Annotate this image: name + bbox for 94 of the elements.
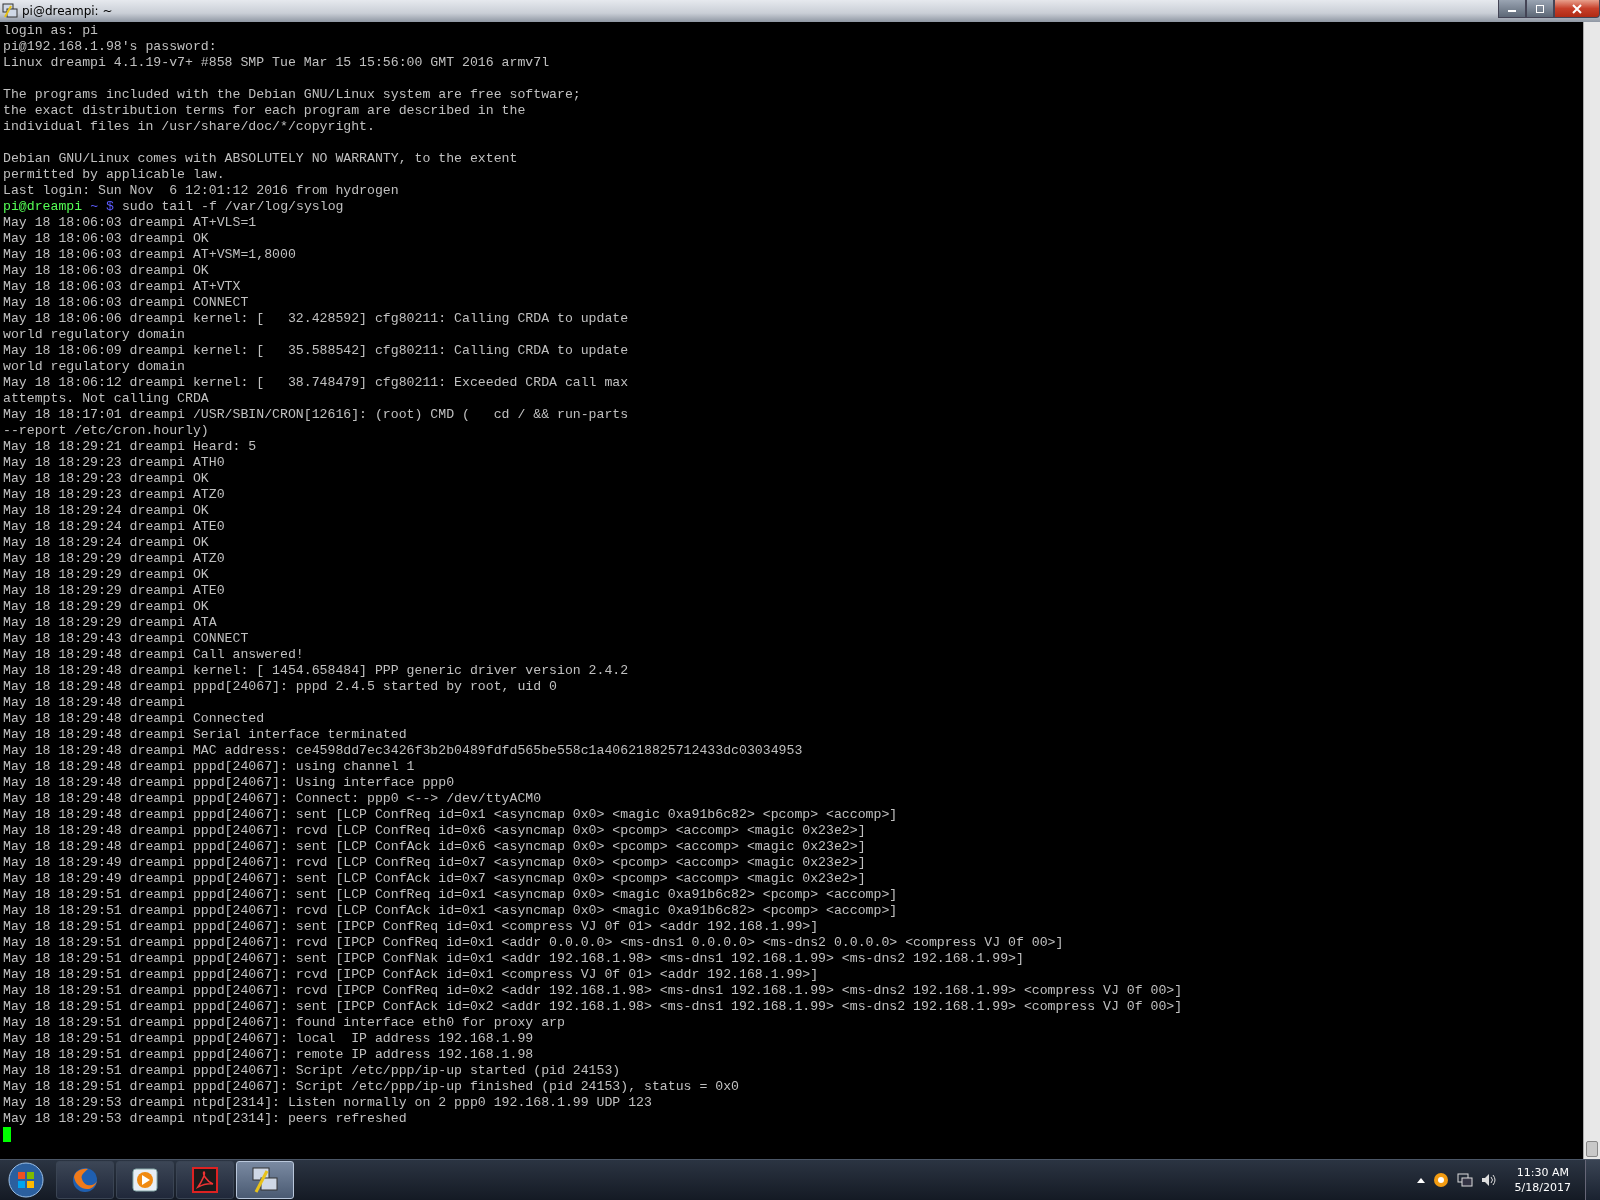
taskbar-button[interactable] [116, 1161, 174, 1199]
terminal-line: Last login: Sun Nov 6 12:01:12 2016 from hydrogen [3, 183, 400, 199]
terminal-line: May 18 18:29:24 dreampi OK [3, 503, 210, 519]
document-icon [190, 1165, 220, 1195]
terminal-line: May 18 18:29:23 dreampi ATZ0 [3, 487, 226, 503]
terminal-line: May 18 18:29:24 dreampi OK [3, 535, 210, 551]
speaker-icon[interactable] [1480, 1172, 1497, 1188]
close-icon [1572, 3, 1582, 14]
terminal-line: May 18 18:06:03 dreampi AT+VSM=1,8000 [3, 247, 297, 263]
terminal-line: May 18 18:29:51 dreampi pppd[24067]: found interface eth0 for proxy arp [3, 1015, 566, 1031]
terminal-app-icon [2, 3, 18, 19]
terminal-line: May 18 18:29:51 dreampi pppd[24067]: sent [LCP ConfReq id=0x1 <asyncmap 0x0> <magic 0xa91b6c82> <pcomp> <accomp>] [3, 887, 899, 903]
show-desktop-button[interactable] [1585, 1160, 1600, 1200]
terminal-line: May 18 18:29:51 dreampi pppd[24067]: remote IP address 192.168.1.98 [3, 1047, 535, 1063]
prompt-path: ~ $ [90, 199, 114, 214]
terminal-line: May 18 18:29:49 dreampi pppd[24067]: sent [LCP ConfAck id=0x7 <asyncmap 0x0> <pcomp> <accomp> <magic 0x23e2>] [3, 871, 867, 887]
terminal-line: May 18 18:29:53 dreampi ntpd[2314]: peers refreshed [3, 1111, 408, 1127]
terminal-line: May 18 18:29:51 dreampi pppd[24067]: Script /etc/ppp/ip-up started (pid 24153) [3, 1063, 622, 1079]
terminal-line: May 18 18:29:21 dreampi Heard: 5 [3, 439, 258, 455]
terminal-line: May 18 18:06:03 dreampi AT+VLS=1 [3, 215, 258, 231]
terminal-line: May 18 18:29:48 dreampi pppd[24067]: sent [LCP ConfReq id=0x1 <asyncmap 0x0> <magic 0xa91b6c82> <pcomp> <accomp>] [3, 807, 899, 823]
maximize-icon [1535, 4, 1545, 13]
terminal-line: May 18 18:29:48 dreampi pppd[24067]: pppd 2.4.5 started by root, uid 0 [3, 679, 558, 695]
terminal-line: world regulatory domain [3, 359, 187, 375]
start-button[interactable] [6, 1160, 46, 1200]
terminal-line: May 18 18:06:09 dreampi kernel: [ 35.588542] cfg80211: Calling CRDA to update [3, 343, 630, 359]
terminal-line: attempts. Not calling CRDA [3, 391, 210, 407]
terminal-line: May 18 18:29:29 dreampi OK [3, 567, 210, 583]
terminal-line: May 18 18:29:48 dreampi Serial interface terminated [3, 727, 408, 743]
clock-date: 5/18/2017 [1514, 1180, 1571, 1195]
terminal-line: May 18 18:29:48 dreampi [3, 695, 187, 711]
terminal-line: May 18 18:06:03 dreampi OK [3, 231, 210, 247]
terminal-line: May 18 18:29:48 dreampi pppd[24067]: Using interface ppp0 [3, 775, 456, 791]
terminal-app-icon [250, 1165, 280, 1195]
terminal-line: May 18 18:29:51 dreampi pppd[24067]: Script /etc/ppp/ip-up finished (pid 24153), status = 0x0 [3, 1079, 740, 1095]
terminal-line: May 18 18:29:51 dreampi pppd[24067]: rcvd [IPCP ConfAck id=0x1 <compress VJ 0f 01> <addr 192.168.1.99>] [3, 967, 820, 983]
terminal-line: May 18 18:06:03 dreampi AT+VTX [3, 279, 242, 295]
terminal-line: May 18 18:29:49 dreampi pppd[24067]: rcvd [LCP ConfReq id=0x7 <asyncmap 0x0> <pcomp> <accomp> <magic 0x23e2>] [3, 855, 867, 871]
window-title: pi@dreampi: ~ [22, 4, 113, 18]
terminal-line: May 18 18:29:29 dreampi ATZ0 [3, 551, 226, 567]
globe-fox-icon [70, 1165, 100, 1195]
terminal-line: May 18 18:29:23 dreampi OK [3, 471, 210, 487]
terminal-line: May 18 18:29:53 dreampi ntpd[2314]: Listen normally on 2 ppp0 192.168.1.99 UDP 123 [3, 1095, 653, 1111]
minimize-button[interactable] [1498, 0, 1526, 18]
terminal-line: The programs included with the Debian GNU/Linux system are free software; [3, 87, 582, 103]
terminal-line: May 18 18:29:51 dreampi pppd[24067]: sent [IPCP ConfReq id=0x1 <compress VJ 0f 01> <addr 192.168.1.99>] [3, 919, 820, 935]
terminal-line: May 18 18:17:01 dreampi /USR/SBIN/CRON[12616]: (root) CMD ( cd / && run-parts [3, 407, 630, 423]
terminal-line: permitted by applicable law. [3, 167, 226, 183]
terminal-line: May 18 18:29:48 dreampi Call answered! [3, 647, 305, 663]
terminal-line: May 18 18:29:48 dreampi pppd[24067]: using channel 1 [3, 759, 416, 775]
terminal-line: Linux dreampi 4.1.19-v7+ #858 SMP Tue Mar 15 15:56:00 GMT 2016 armv7l [3, 55, 551, 71]
terminal-line: individual files in /usr/share/doc/*/copyright. [3, 119, 376, 135]
terminal-line: May 18 18:29:51 dreampi pppd[24067]: local IP address 192.168.1.99 [3, 1031, 535, 1047]
command-text: sudo tail -f /var/log/syslog [121, 199, 344, 214]
terminal-line: pi@192.168.1.98's password: [3, 39, 218, 55]
terminal-line: the exact distribution terms for each program are described in the [3, 103, 527, 119]
terminal-line: May 18 18:29:51 dreampi pppd[24067]: rcvd [LCP ConfAck id=0x1 <asyncmap 0x0> <magic 0xa91b6c82> <pcomp> <accomp>] [3, 903, 899, 919]
scrollbar[interactable] [1583, 22, 1600, 1159]
terminal-line: Debian GNU/Linux comes with ABSOLUTELY NO WARRANTY, to the extent [3, 151, 519, 167]
terminal-line: May 18 18:29:43 dreampi CONNECT [3, 631, 250, 647]
terminal-line: May 18 18:29:23 dreampi ATH0 [3, 455, 226, 471]
text-cursor [3, 1127, 11, 1142]
circle-tray-icon[interactable] [1432, 1172, 1449, 1188]
terminal-line: May 18 18:06:03 dreampi OK [3, 263, 210, 279]
terminal-line: --report /etc/cron.hourly) [3, 423, 210, 439]
terminal-line: May 18 18:29:51 dreampi pppd[24067]: sent [IPCP ConfNak id=0x1 <addr 192.168.1.98> <ms-dns1 192.168.1.99> <ms-dns2 192.168.1.99>] [3, 951, 1025, 967]
terminal-line: May 18 18:29:48 dreampi kernel: [ 1454.658484] PPP generic driver version 2.4.2 [3, 663, 630, 679]
maximize-button[interactable] [1526, 0, 1554, 18]
terminal-line: world regulatory domain [3, 327, 187, 343]
clock-time: 11:30 AM [1516, 1165, 1569, 1180]
terminal-line: May 18 18:29:51 dreampi pppd[24067]: rcvd [IPCP ConfReq id=0x2 <addr 192.168.1.98> <ms-dns1 192.168.1.99> <ms-dns2 192.168.1.99> <compress VJ 0f 00>] [3, 983, 1184, 999]
terminal-line: May 18 18:06:12 dreampi kernel: [ 38.748479] cfg80211: Exceeded CRDA call max [3, 375, 630, 391]
taskbar-button[interactable] [56, 1161, 114, 1199]
terminal-line: May 18 18:29:48 dreampi pppd[24067]: Connect: ppp0 <--> /dev/ttyACM0 [3, 791, 543, 807]
terminal-line: May 18 18:29:48 dreampi Connected [3, 711, 266, 727]
terminal-line: May 18 18:29:48 dreampi MAC address: ce4598dd7ec3426f3b2b0489fdfd565be558c1a406218825712433dc03034953 [3, 743, 804, 759]
terminal-line: May 18 18:06:03 dreampi CONNECT [3, 295, 250, 311]
caret-up-icon[interactable] [1416, 1177, 1425, 1183]
terminal-line: May 18 18:29:48 dreampi pppd[24067]: rcvd [LCP ConfReq id=0x6 <asyncmap 0x0> <pcomp> <accomp> <magic 0x23e2>] [3, 823, 867, 839]
terminal-line: May 18 18:29:48 dreampi pppd[24067]: sent [LCP ConfAck id=0x6 <asyncmap 0x0> <pcomp> <accomp> <magic 0x23e2>] [3, 839, 867, 855]
terminal-line: May 18 18:29:24 dreampi ATE0 [3, 519, 226, 535]
terminal-line: May 18 18:06:06 dreampi kernel: [ 32.428592] cfg80211: Calling CRDA to update [3, 311, 630, 327]
terminal-line: May 18 18:29:51 dreampi pppd[24067]: rcvd [IPCP ConfReq id=0x1 <addr 0.0.0.0> <ms-dns1 0.0.0.0> <ms-dns2 0.0.0.0> <compress VJ 0f 00>] [3, 935, 1065, 951]
terminal-line: May 18 18:29:29 dreampi ATA [3, 615, 218, 631]
terminal-line: May 18 18:29:29 dreampi OK [3, 599, 210, 615]
terminal-line: May 18 18:29:29 dreampi ATE0 [3, 583, 226, 599]
terminal-line: May 18 18:29:51 dreampi pppd[24067]: sent [IPCP ConfAck id=0x2 <addr 192.168.1.98> <ms-dns1 192.168.1.99> <ms-dns2 192.168.1.99> <compress VJ 0f 00>] [3, 999, 1184, 1015]
media-player-icon [130, 1165, 160, 1195]
prompt-user: pi@dreampi [3, 199, 83, 214]
clock[interactable]: 11:30 AM 5/18/2017 [1514, 1165, 1571, 1195]
scrollbar-thumb[interactable] [1586, 1141, 1598, 1157]
network-icon[interactable] [1456, 1172, 1473, 1188]
terminal-line: login as: pi [3, 23, 99, 39]
close-button[interactable] [1554, 0, 1600, 18]
